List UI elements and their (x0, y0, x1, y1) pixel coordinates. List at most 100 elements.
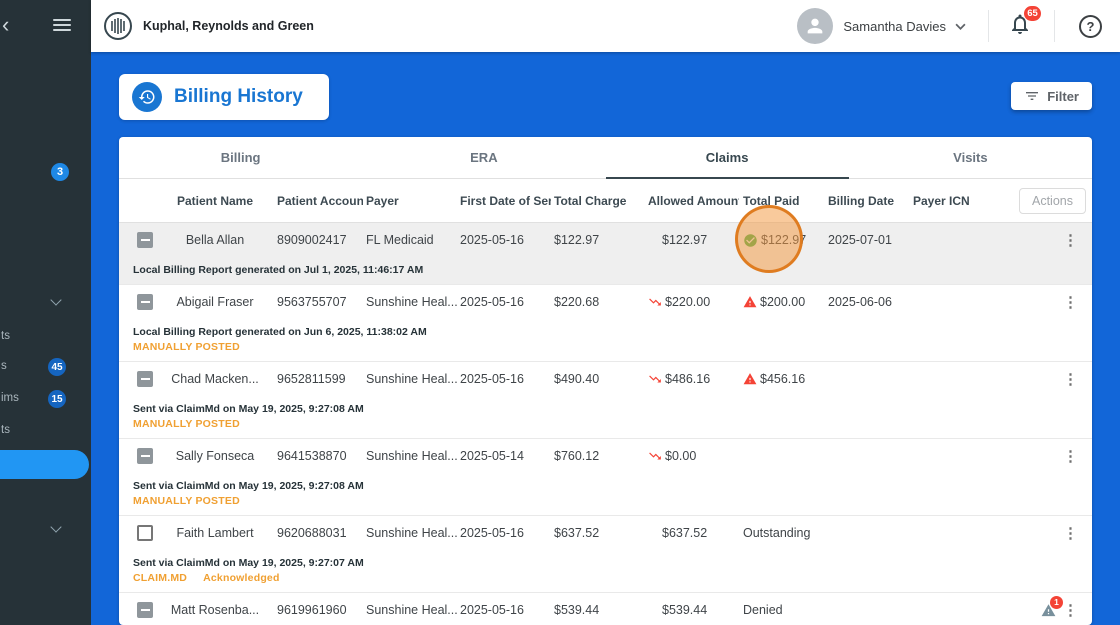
row-menu-button[interactable]: ⋮ (1061, 231, 1080, 249)
sidebar-item-label[interactable]: ts (1, 424, 10, 436)
cell-allowed-amount: $122.97 (662, 233, 708, 247)
cell-total-paid: $456.16 (739, 372, 827, 386)
sidebar-item-label[interactable]: s (1, 360, 7, 372)
company-name: Kuphal, Reynolds and Green (143, 19, 314, 33)
header-first-date: First Date of Ser (460, 193, 551, 208)
row-checkbox[interactable] (137, 525, 153, 541)
cell-first-date: 2025-05-16 (460, 372, 524, 386)
cell-total-charge: $490.40 (554, 372, 600, 386)
row-note: Local Billing Report generated on Jun 6,… (133, 326, 427, 338)
cell-patient-name: Sally Fonseca (175, 449, 255, 463)
row-menu-button[interactable]: ⋮ (1061, 447, 1080, 465)
cell-first-date: 2025-05-14 (460, 449, 524, 463)
cell-total-charge: $637.52 (554, 526, 600, 540)
main-content: Billing History Filter Billing ERA Claim… (91, 52, 1120, 625)
row-alert[interactable]: 1 (1041, 595, 1063, 618)
sidebar-item-label[interactable]: ts (1, 330, 10, 342)
topbar: Kuphal, Reynolds and Green Samantha Davi… (91, 0, 1120, 52)
row-menu-button[interactable]: ⋮ (1061, 370, 1080, 388)
sidebar: ‹ 3 ts s 45 ims 15 ts (0, 0, 91, 625)
table-row[interactable]: Chad Macken... 9652811599 Sunshine Heal.… (119, 362, 1092, 396)
cell-allowed-amount: $220.00 (643, 295, 739, 309)
cell-total-paid: $200.00 (739, 295, 827, 309)
table-row[interactable]: Matt Rosenba... 9619961960 Sunshine Heal… (119, 593, 1092, 625)
sidebar-active-item[interactable] (0, 450, 89, 479)
table-row[interactable]: Faith Lambert 9620688031 Sunshine Heal..… (119, 516, 1092, 550)
row-menu-button[interactable]: ⋮ (1061, 524, 1080, 542)
sidebar-count-badge: 3 (51, 163, 69, 181)
row-checkbox[interactable] (137, 232, 153, 248)
cell-patient-account: 8909002417 (277, 233, 347, 247)
cell-patient-account: 9563755707 (277, 295, 347, 309)
row-menu-button[interactable]: ⋮ (1061, 601, 1080, 619)
table-row[interactable]: Sally Fonseca 9641538870 Sunshine Heal..… (119, 439, 1092, 473)
collapse-sidebar-icon[interactable]: ‹ (2, 12, 9, 38)
row-note: Sent via ClaimMd on May 19, 2025, 9:27:0… (133, 403, 364, 415)
notifications-button[interactable]: 65 (1008, 5, 1041, 41)
cell-first-date: 2025-05-16 (460, 233, 524, 247)
cell-first-date: 2025-05-16 (460, 526, 524, 540)
cell-patient-name: Chad Macken... (171, 372, 259, 386)
cell-first-date: 2025-05-16 (460, 295, 524, 309)
row-status-tag: MANUALLY POSTED (133, 418, 240, 430)
row-checkbox[interactable] (137, 371, 153, 387)
tab-billing[interactable]: Billing (119, 137, 362, 178)
check-circle-icon (744, 233, 757, 247)
row-menu-button[interactable]: ⋮ (1061, 293, 1080, 311)
row-note: Sent via ClaimMd on May 19, 2025, 9:27:0… (133, 557, 364, 569)
chevron-down-icon[interactable] (50, 521, 62, 533)
filter-button[interactable]: Filter (1011, 82, 1092, 110)
help-button[interactable]: ? (1079, 14, 1102, 38)
page-header: Billing History (119, 74, 329, 120)
cell-patient-account: 9641538870 (277, 449, 347, 463)
cell-payer: FL Medicaid (366, 233, 434, 247)
alert-count-badge: 1 (1050, 595, 1063, 609)
row-checkbox[interactable] (137, 448, 153, 464)
header-total-paid: Total Paid (743, 193, 800, 208)
table-row[interactable]: Bella Allan 8909002417 FL Medicaid 2025-… (119, 223, 1092, 257)
divider (1054, 10, 1055, 42)
cell-total-paid: Denied (743, 603, 783, 617)
actions-button[interactable]: Actions (1019, 187, 1086, 214)
cell-total-paid: Outstanding (743, 526, 811, 540)
trending-down-icon (649, 452, 661, 460)
cell-patient-name: Bella Allan (185, 233, 245, 247)
billing-card: Billing ERA Claims Visits Patient Name P… (119, 137, 1092, 625)
tab-era[interactable]: ERA (362, 137, 605, 178)
avatar[interactable] (797, 8, 834, 44)
filter-button-label: Filter (1047, 88, 1079, 104)
row-checkbox[interactable] (137, 602, 153, 618)
cell-payer: Sunshine Heal... (366, 449, 458, 463)
warning-icon (743, 296, 757, 308)
tab-claims[interactable]: Claims (605, 137, 850, 179)
cell-patient-name: Faith Lambert (176, 526, 254, 540)
sidebar-count-badge: 45 (48, 358, 66, 376)
trending-down-icon (649, 375, 661, 383)
billing-history-icon (132, 82, 162, 112)
header-payer: Payer (366, 193, 399, 208)
divider (988, 10, 989, 42)
cell-total-charge: $760.12 (554, 449, 600, 463)
cell-first-date: 2025-05-16 (460, 603, 524, 617)
cell-allowed-amount: $637.52 (662, 526, 708, 540)
tab-visits[interactable]: Visits (849, 137, 1092, 178)
sidebar-count-badge: 15 (48, 390, 66, 408)
cell-patient-account: 9652811599 (277, 372, 346, 386)
chevron-down-icon[interactable] (955, 23, 966, 30)
table-row-group: Matt Rosenba... 9619961960 Sunshine Heal… (119, 593, 1092, 625)
table-row[interactable]: Abigail Fraser 9563755707 Sunshine Heal.… (119, 285, 1092, 319)
sidebar-item-label[interactable]: ims (1, 392, 19, 404)
cell-allowed-amount: $0.00 (643, 449, 739, 463)
cell-total-paid: $122.97 (739, 233, 827, 248)
cell-total-charge: $539.44 (554, 603, 600, 617)
page-title: Billing History (174, 86, 303, 107)
hamburger-menu-icon[interactable] (53, 19, 71, 34)
chevron-down-icon[interactable] (50, 294, 62, 306)
user-name[interactable]: Samantha Davies (843, 19, 946, 34)
cell-total-charge: $122.97 (554, 233, 600, 247)
header-payer-icn: Payer ICN (913, 193, 970, 208)
cell-total-charge: $220.68 (554, 295, 600, 309)
header-billing-date: Billing Date (828, 193, 895, 208)
row-checkbox[interactable] (137, 294, 153, 310)
header-total-charge: Total Charge (554, 193, 627, 208)
